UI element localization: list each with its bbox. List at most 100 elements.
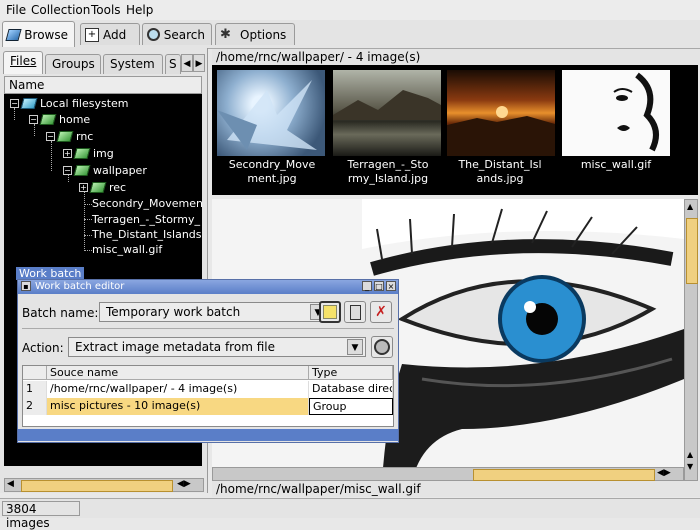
- tree-item-file[interactable]: Terragen_-_Stormy_: [92, 213, 200, 226]
- close-icon[interactable]: ×: [386, 281, 396, 291]
- collapse-icon[interactable]: −: [63, 166, 72, 175]
- type-cell-editor[interactable]: Group: [309, 398, 393, 415]
- scroll-up-icon[interactable]: ▲: [687, 202, 693, 211]
- collapse-icon[interactable]: −: [46, 132, 55, 141]
- maximize-icon[interactable]: □: [374, 281, 384, 291]
- window-menu-icon[interactable]: ▪: [21, 281, 31, 291]
- tab-scroll-left-button[interactable]: ◀: [181, 54, 193, 72]
- menu-tools[interactable]: Tools: [91, 3, 121, 17]
- action-label: Action:: [22, 341, 64, 355]
- table-row-selected[interactable]: 2 misc pictures - 10 image(s) Group: [23, 398, 393, 415]
- column-header-label: Souce name: [50, 366, 119, 379]
- delete-batch-button[interactable]: [344, 301, 366, 323]
- divider: [22, 328, 394, 329]
- run-icon: [374, 339, 390, 355]
- tree-item-file[interactable]: The_Distant_Islands: [92, 228, 202, 241]
- filesystem-icon: [20, 98, 38, 109]
- row-number: 2: [23, 398, 47, 415]
- thumbnail-image[interactable]: [217, 70, 325, 156]
- menu-help[interactable]: Help: [126, 3, 153, 17]
- scrollbar-thumb[interactable]: [21, 480, 173, 492]
- tab-groups-label: Groups: [52, 57, 95, 71]
- dropdown-arrow-icon[interactable]: ▼: [347, 339, 363, 355]
- tree-item-file[interactable]: misc_wall.gif: [92, 243, 162, 256]
- dialog-bottom-bar: [18, 429, 398, 441]
- table-row[interactable]: 1 /home/rnc/wallpaper/ - 4 image(s) Data…: [23, 381, 393, 398]
- landscape-image: [333, 90, 441, 120]
- thumbnail-image[interactable]: [333, 70, 441, 156]
- tree-horizontal-scrollbar[interactable]: ◀ ◀▶: [4, 478, 204, 492]
- tree-item-label: Local filesystem: [40, 97, 129, 110]
- image-count-label: 3804 images: [6, 502, 50, 530]
- scroll-up-icon[interactable]: ▲: [687, 450, 693, 459]
- tree-column-header[interactable]: Name: [4, 76, 202, 94]
- batch-sources-table[interactable]: Souce name Type 1 /home/rnc/wallpaper/ -…: [22, 365, 394, 427]
- scrollbar-thumb[interactable]: [473, 469, 655, 481]
- tab-files-label: Files: [10, 54, 37, 68]
- sunset-image: [447, 106, 555, 156]
- tree-item-rec[interactable]: + rec: [79, 181, 126, 194]
- caption-text: misc_wall.gif: [580, 158, 652, 171]
- collapse-icon[interactable]: −: [29, 115, 38, 124]
- tab-groups[interactable]: Groups: [45, 54, 101, 74]
- tree-item-label: img: [93, 147, 114, 160]
- folder-icon: [89, 182, 107, 193]
- folder-icon: [39, 114, 57, 125]
- tab-s-label: S: [169, 57, 177, 71]
- tools-icon: ✱: [220, 26, 231, 42]
- tree-item-label: The_Distant_Islands: [92, 228, 202, 241]
- viewer-horizontal-scrollbar[interactable]: ◀▶: [212, 467, 684, 481]
- tree-item-home[interactable]: − home: [29, 113, 90, 126]
- tab-options[interactable]: ✱ Options: [215, 23, 295, 45]
- batch-name-select[interactable]: Temporary work batch ▼: [99, 302, 329, 322]
- expand-icon[interactable]: +: [63, 149, 72, 158]
- scroll-arrows-icon[interactable]: ◀▶: [657, 468, 671, 478]
- thumbnail-caption: Secondry_Move ment.jpg: [212, 158, 332, 186]
- collapse-icon[interactable]: −: [10, 99, 19, 108]
- trash-icon: [349, 304, 361, 320]
- tree-header-label: Name: [9, 78, 45, 92]
- dialog-titlebar[interactable]: ▪ Work batch editor _ □ ×: [18, 280, 398, 294]
- main-toolbar: Browse + Add Search ✱ Options: [0, 20, 700, 49]
- tree-item-rnc[interactable]: − rnc: [46, 130, 93, 143]
- thumbnail-image[interactable]: [447, 70, 555, 156]
- row-number: 1: [23, 381, 47, 398]
- thumbnail-image[interactable]: [562, 70, 670, 156]
- expand-icon[interactable]: +: [79, 183, 88, 192]
- tab-search[interactable]: Search: [142, 23, 212, 45]
- menu-bar: File Collection Tools Help: [0, 0, 700, 20]
- menu-collection[interactable]: Collection: [31, 3, 90, 17]
- tab-scroll-right-button[interactable]: ▶: [193, 54, 205, 72]
- tab-browse-label: Browse: [24, 27, 68, 42]
- scroll-down-icon[interactable]: ▼: [687, 462, 693, 471]
- add-icon: +: [85, 27, 99, 42]
- column-header-source[interactable]: Souce name: [47, 366, 309, 380]
- image-path-label: /home/rnc/wallpaper/misc_wall.gif: [216, 482, 421, 496]
- tab-add[interactable]: + Add: [80, 23, 140, 45]
- action-select[interactable]: Extract image metadata from file ▼: [68, 337, 366, 357]
- caption-text: Secondry_Move ment.jpg: [228, 158, 316, 185]
- tab-files[interactable]: Files: [3, 51, 43, 74]
- viewer-vertical-scrollbar[interactable]: ▲ ▲ ▼: [684, 199, 698, 481]
- tab-browse[interactable]: Browse: [2, 21, 75, 47]
- scroll-left-icon[interactable]: ◀: [7, 479, 14, 489]
- tree-item-local-filesystem[interactable]: − Local filesystem: [10, 97, 129, 110]
- tree-item-file[interactable]: Secondry_Movement: [92, 197, 202, 210]
- new-batch-button[interactable]: [319, 301, 341, 323]
- new-icon: [323, 305, 337, 319]
- tab-options-label: Options: [240, 27, 287, 42]
- tree-item-label: wallpaper: [93, 164, 147, 177]
- minimize-icon[interactable]: _: [362, 281, 372, 291]
- tab-s[interactable]: S: [165, 54, 181, 74]
- column-header-type[interactable]: Type: [309, 366, 393, 380]
- menu-file[interactable]: File: [6, 3, 26, 17]
- scroll-arrows-icon[interactable]: ◀▶: [177, 479, 191, 489]
- scrollbar-thumb[interactable]: [686, 218, 698, 284]
- tab-system[interactable]: System: [103, 54, 163, 74]
- tree-item-img[interactable]: + img: [63, 147, 114, 160]
- folder-icon: [73, 165, 91, 176]
- tree-item-wallpaper[interactable]: − wallpaper: [63, 164, 147, 177]
- run-action-button[interactable]: [371, 336, 393, 358]
- tree-item-label: rec: [109, 181, 127, 194]
- clear-batch-button[interactable]: ✗: [370, 301, 392, 323]
